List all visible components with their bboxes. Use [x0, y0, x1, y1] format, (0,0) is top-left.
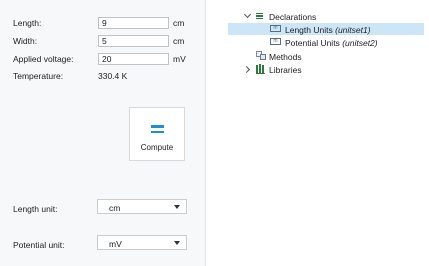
length-unit-label: Length unit:	[13, 204, 58, 214]
temperature-label: Temperature:	[13, 71, 64, 81]
temperature-value: 330.4 K	[98, 71, 128, 81]
dropdown-arrow-icon	[174, 241, 180, 245]
length-unit-text: cm	[173, 18, 185, 28]
width-unit-text: cm	[173, 36, 185, 46]
methods-icon	[256, 51, 266, 61]
settings-panel: Length: cm Width: cm Applied voltage: mV…	[0, 0, 206, 266]
potential-unit-selected: mV	[109, 238, 122, 249]
equals-icon	[151, 125, 164, 134]
width-input[interactable]	[98, 35, 169, 47]
potential-unit-label: Potential unit:	[13, 240, 65, 250]
unit-set-icon: m	[270, 38, 281, 45]
tree-label-length-units: Length Units (unitset1)	[285, 24, 371, 35]
length-input[interactable]	[98, 17, 169, 29]
tree-label-potential-units: Potential Units (unitset2)	[285, 37, 378, 48]
declarations-icon	[256, 13, 263, 20]
tree-label-declarations: Declarations	[269, 11, 317, 22]
compute-button[interactable]: Compute	[129, 107, 185, 161]
length-unit-selected: cm	[109, 202, 121, 213]
tree-label-methods: Methods	[269, 51, 302, 62]
length-unit-select[interactable]: cm	[97, 199, 187, 214]
compute-label: Compute	[140, 143, 174, 152]
libraries-icon	[256, 64, 266, 74]
potential-unit-select[interactable]: mV	[97, 235, 187, 250]
unit-set-icon: m	[270, 25, 281, 32]
chevron-down-icon[interactable]	[243, 10, 252, 19]
voltage-unit-text: mV	[173, 54, 186, 64]
voltage-input[interactable]	[98, 53, 169, 65]
voltage-label: Applied voltage:	[13, 54, 74, 64]
dropdown-arrow-icon	[174, 205, 180, 209]
length-label: Length:	[13, 18, 42, 28]
width-label: Width:	[13, 36, 38, 46]
chevron-right-icon[interactable]	[242, 65, 251, 74]
tree-label-libraries: Libraries	[269, 64, 302, 75]
